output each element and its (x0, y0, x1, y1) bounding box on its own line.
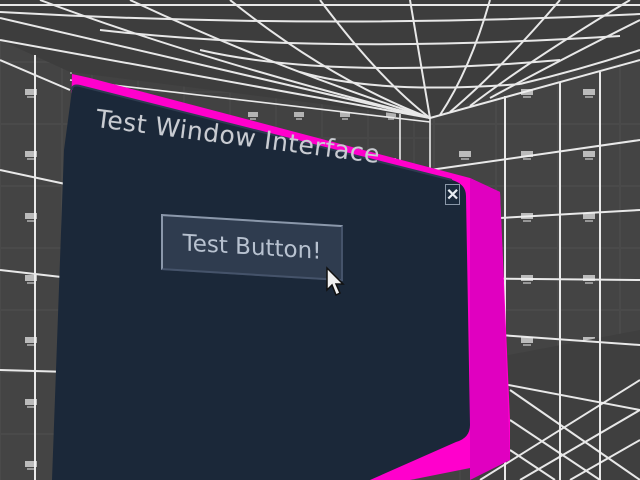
3d-scene: Test Window Interface ✕ Test Button! (0, 0, 640, 480)
close-icon: ✕ (446, 187, 460, 204)
test-window[interactable]: Test Window Interface ✕ Test Button! (0, 0, 640, 480)
close-button[interactable]: ✕ (445, 184, 460, 205)
mouse-pointer-icon (326, 266, 345, 297)
test-button-label: Test Button! (182, 230, 322, 265)
test-button[interactable]: Test Button! (161, 214, 343, 282)
